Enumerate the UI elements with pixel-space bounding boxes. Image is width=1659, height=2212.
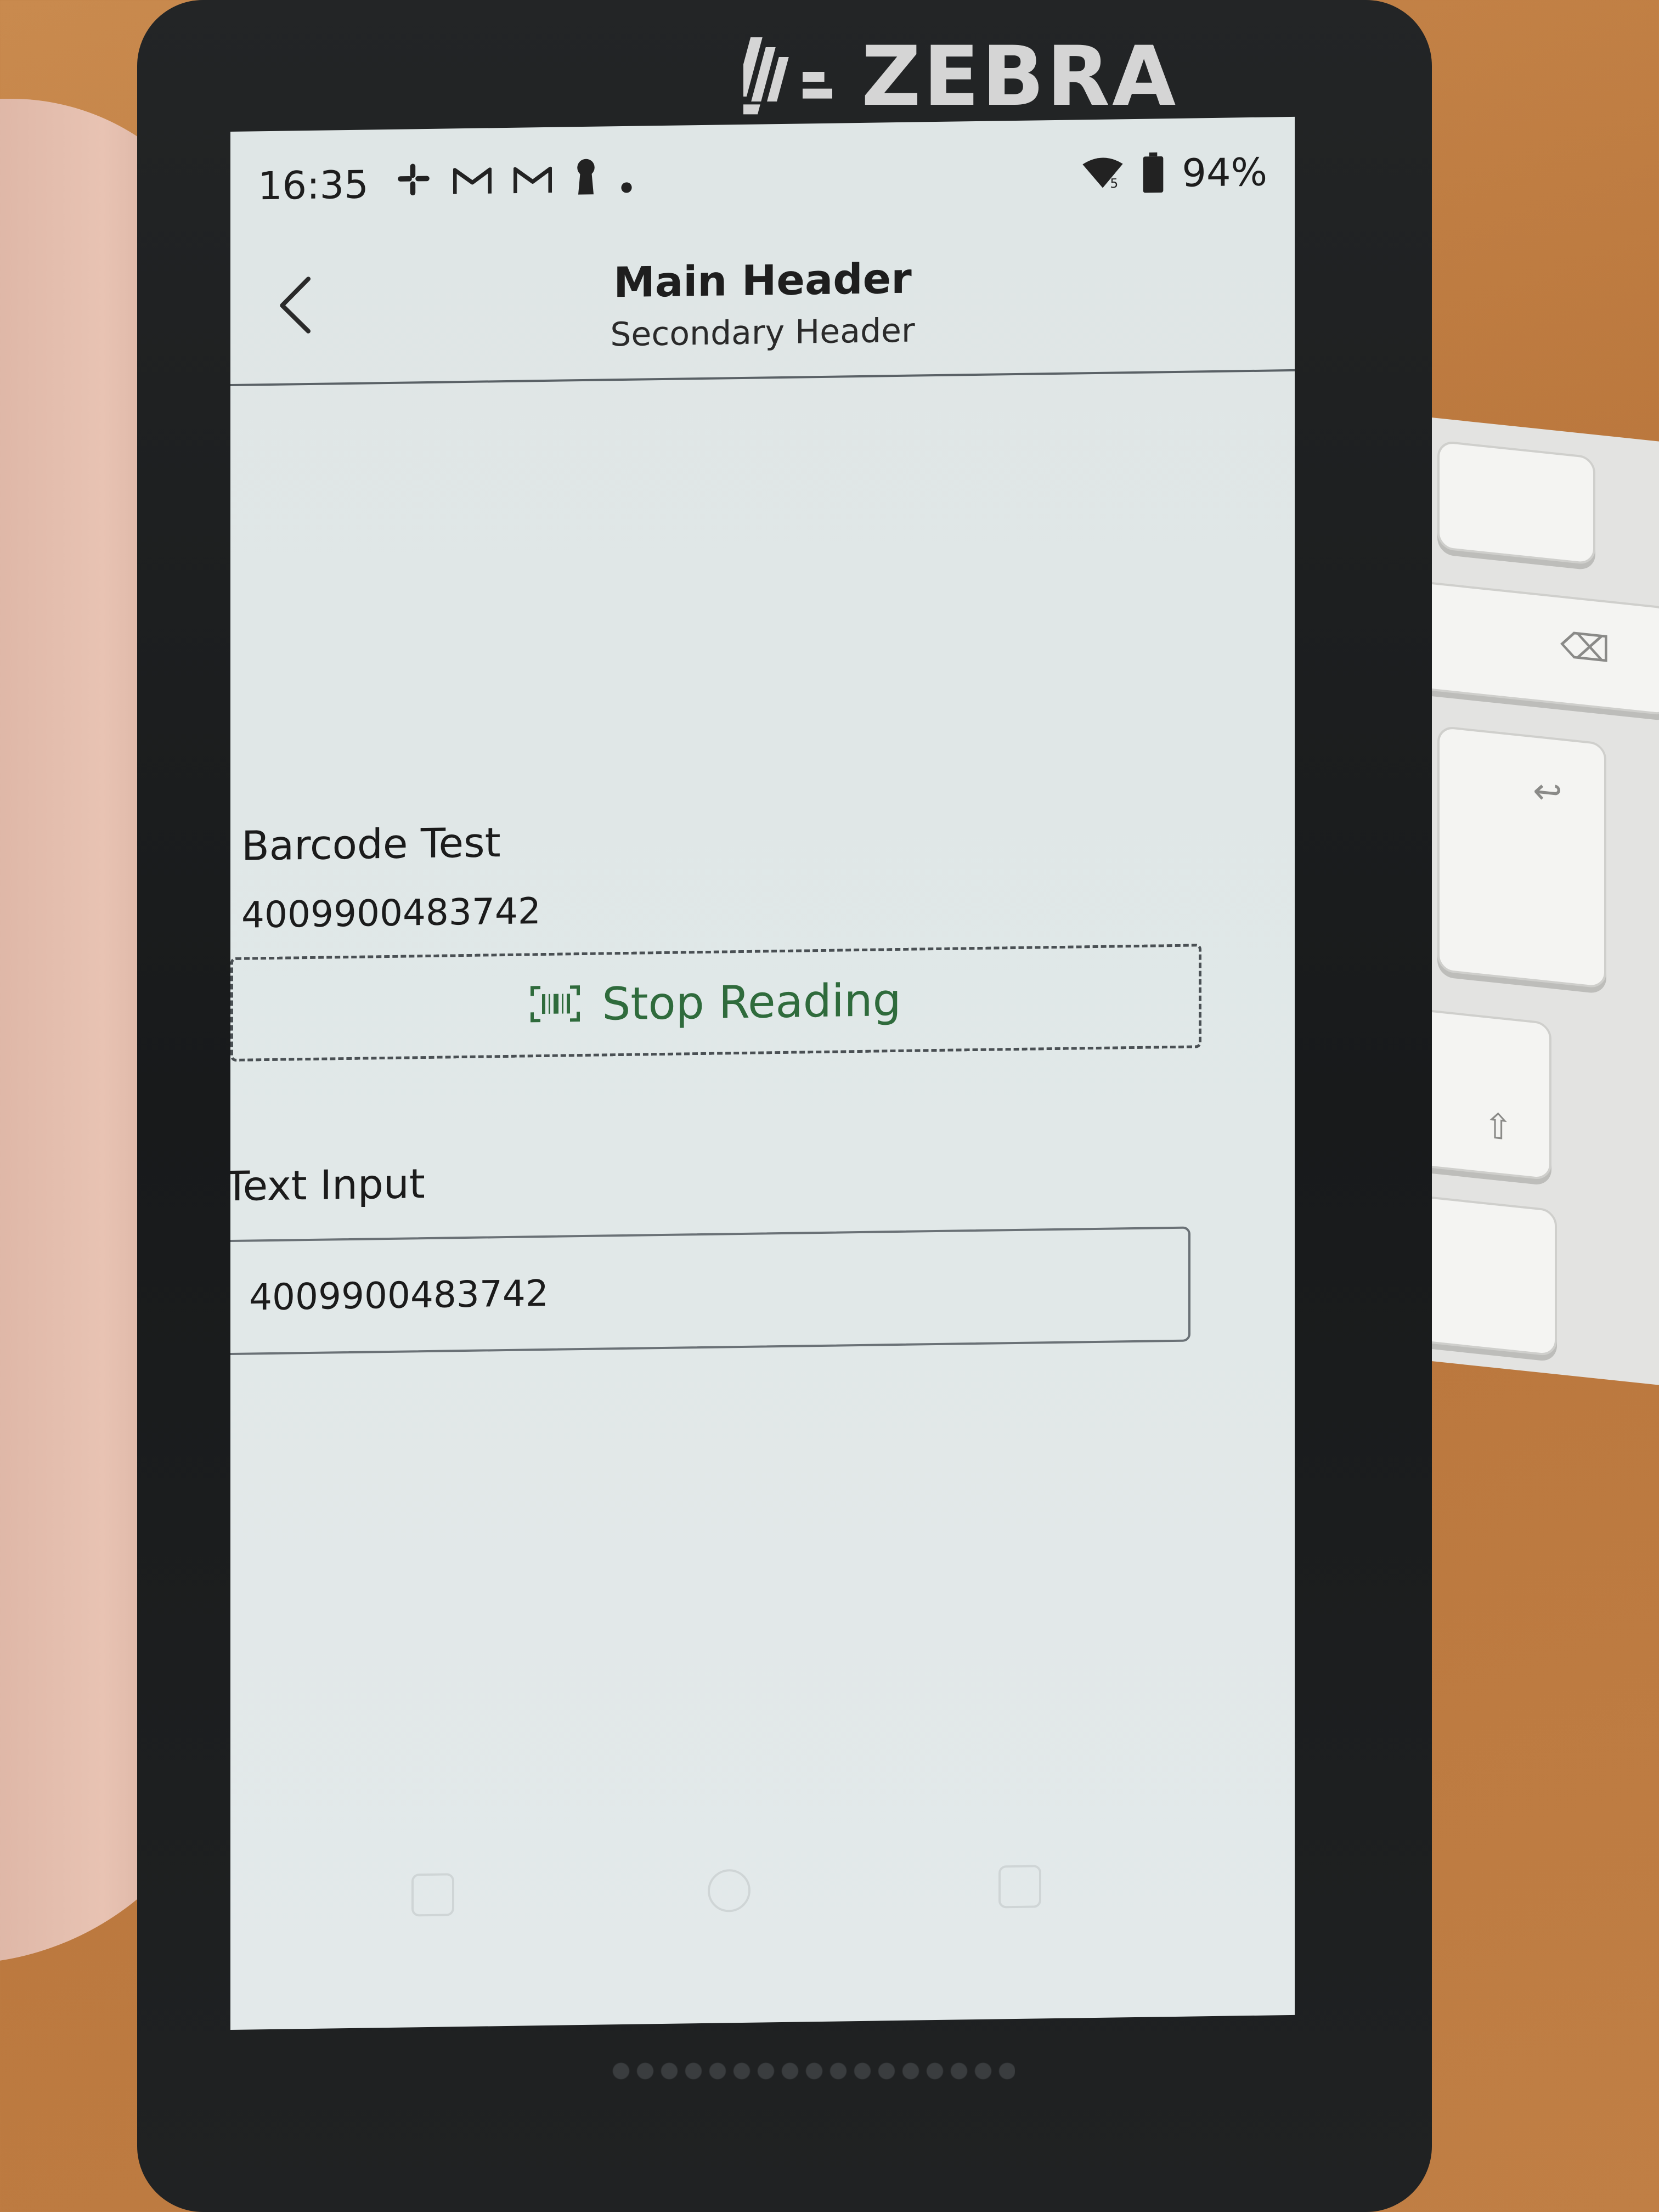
stop-reading-label: Stop Reading: [602, 974, 901, 1031]
secondary-header: Secondary Header: [610, 311, 915, 354]
gmail-icon: [453, 160, 492, 206]
stop-reading-button[interactable]: Stop Reading: [230, 944, 1201, 1062]
brand-name: ZEBRA: [861, 29, 1178, 125]
zebra-brand: ZEBRA: [741, 22, 1178, 132]
status-right: 5 94%: [1081, 150, 1267, 198]
device-screen: 16:35 5 94% Main Header Secondary Header…: [230, 116, 1295, 2030]
return-key-icon: ↩: [1533, 770, 1562, 815]
slack-icon: [396, 161, 431, 207]
keyboard-key-delete: ⌫: [1393, 578, 1659, 716]
shift-key-icon: ⇧: [1483, 1105, 1513, 1149]
speaker-grill: [609, 2052, 1015, 2090]
text-input-field[interactable]: 4009900483742: [230, 1226, 1190, 1356]
barcode-label: Barcode Test: [241, 819, 501, 870]
barcode-value: 4009900483742: [241, 890, 541, 936]
nav-home-hint: [708, 1869, 751, 1912]
nav-recents-hint: [998, 1865, 1041, 1909]
delete-key-icon: ⌫: [1560, 625, 1610, 672]
main-header: Main Header: [613, 253, 912, 307]
keyboard-key: [1437, 440, 1595, 566]
text-input-label: Text Input: [230, 1160, 425, 1211]
gmail-icon: [513, 160, 552, 205]
app-header: Main Header Secondary Header: [230, 226, 1295, 386]
battery-percent: 94%: [1182, 149, 1267, 196]
wifi-icon: 5: [1081, 156, 1125, 192]
barcode-scan-icon: [531, 984, 580, 1025]
svg-text:5: 5: [1110, 176, 1119, 190]
status-time: 16:35: [258, 162, 369, 209]
keyhole-icon: [574, 157, 598, 206]
keyboard-key-return: ↩: [1437, 725, 1606, 989]
nav-back-hint: [411, 1873, 454, 1917]
zebra-logo-icon: [741, 25, 845, 129]
notification-dot-icon: [620, 159, 633, 204]
battery-icon: [1141, 152, 1165, 195]
status-bar: 16:35 5 94%: [230, 117, 1295, 241]
text-input-value: 4009900483742: [249, 1272, 549, 1319]
